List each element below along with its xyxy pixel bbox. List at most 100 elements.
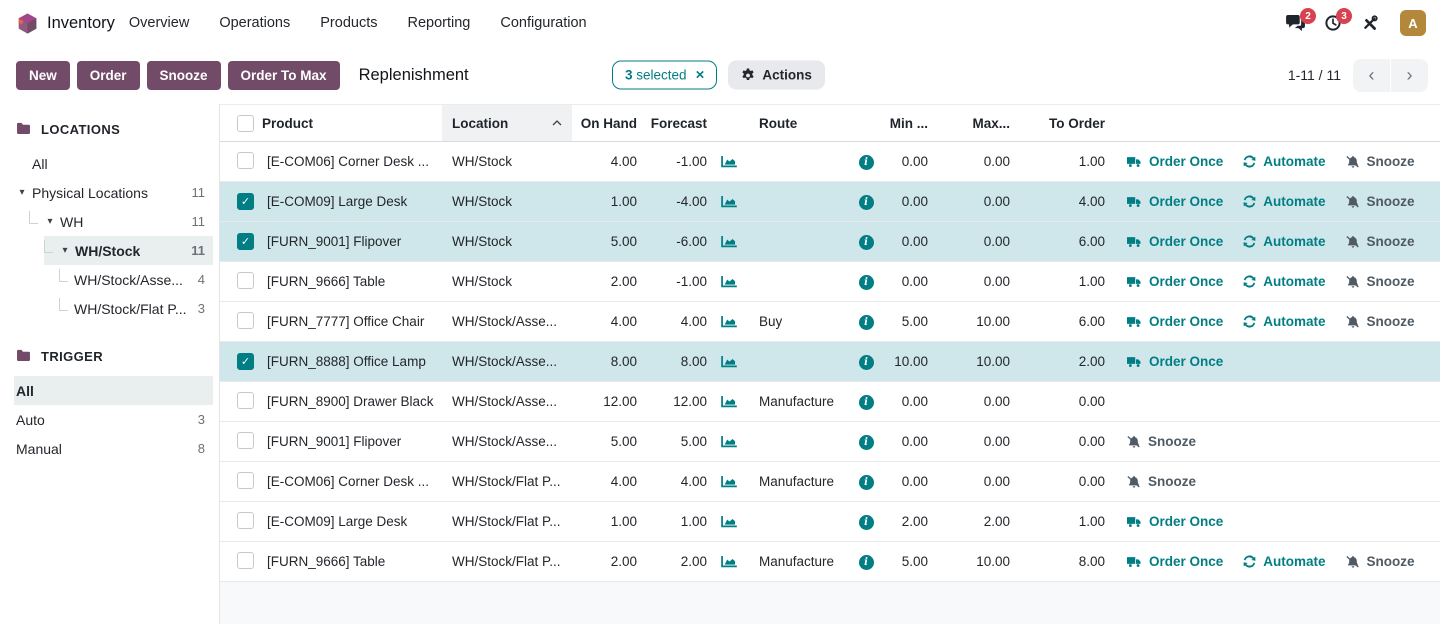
automate-button[interactable]: Automate	[1243, 234, 1325, 249]
location-cell[interactable]: WH/Stock/Flat P...	[442, 554, 572, 569]
header-route[interactable]: Route	[747, 105, 851, 141]
product-cell[interactable]: [FURN_9666] Table	[258, 554, 442, 569]
max-qty-cell[interactable]: 10.00	[932, 314, 1014, 329]
row-checkbox[interactable]	[237, 512, 254, 529]
snooze-row-button[interactable]: Snooze	[1127, 434, 1196, 449]
automate-button[interactable]: Automate	[1243, 314, 1325, 329]
info-circle-icon[interactable]: i	[859, 395, 874, 410]
product-cell[interactable]: [E-COM06] Corner Desk ...	[258, 154, 442, 169]
min-qty-cell[interactable]: 0.00	[881, 434, 932, 449]
location-cell[interactable]: WH/Stock	[442, 194, 572, 209]
menu-overview[interactable]: Overview	[129, 15, 189, 31]
app-brand[interactable]: Inventory	[16, 12, 129, 35]
select-all-checkbox[interactable]	[237, 115, 254, 132]
caret-down-icon[interactable]: ▾	[42, 216, 58, 227]
to-order-cell[interactable]: 0.00	[1014, 474, 1109, 489]
table-row[interactable]: [FURN_9666] TableWH/Stock2.00-1.00i0.000…	[220, 262, 1440, 302]
close-icon[interactable]: ×	[696, 68, 705, 83]
sidebar-item-physical-locations[interactable]: ▾Physical Locations11	[0, 178, 219, 207]
area-chart-icon[interactable]	[721, 556, 737, 569]
area-chart-icon[interactable]	[721, 276, 737, 289]
snooze-row-button[interactable]: Snooze	[1346, 154, 1415, 169]
sidebar-item-auto[interactable]: Auto3	[0, 405, 219, 434]
sidebar-item-wh-stock[interactable]: ▾WH/Stock11	[0, 236, 219, 265]
location-cell[interactable]: WH/Stock	[442, 274, 572, 289]
product-cell[interactable]: [FURN_9001] Flipover	[258, 434, 442, 449]
row-checkbox[interactable]: ✓	[237, 193, 254, 210]
info-circle-icon[interactable]: i	[859, 555, 874, 570]
location-cell[interactable]: WH/Stock/Flat P...	[442, 474, 572, 489]
min-qty-cell[interactable]: 0.00	[881, 154, 932, 169]
sidebar-item-manual[interactable]: Manual8	[0, 434, 219, 463]
area-chart-icon[interactable]	[721, 396, 737, 409]
info-circle-icon[interactable]: i	[859, 195, 874, 210]
order-once-button[interactable]: Order Once	[1127, 234, 1223, 249]
automate-button[interactable]: Automate	[1243, 154, 1325, 169]
max-qty-cell[interactable]: 0.00	[932, 474, 1014, 489]
max-qty-cell[interactable]: 0.00	[932, 154, 1014, 169]
min-qty-cell[interactable]: 0.00	[881, 474, 932, 489]
sidebar-item-wh-stock-asse[interactable]: WH/Stock/Asse...4	[0, 265, 219, 294]
sidebar-item-all[interactable]: All	[0, 149, 219, 178]
table-row[interactable]: ✓[FURN_8888] Office LampWH/Stock/Asse...…	[220, 342, 1440, 382]
area-chart-icon[interactable]	[721, 196, 737, 209]
to-order-cell[interactable]: 1.00	[1014, 154, 1109, 169]
header-to-order[interactable]: To Order	[1014, 105, 1109, 141]
table-row[interactable]: ✓[FURN_9001] FlipoverWH/Stock5.00-6.00i0…	[220, 222, 1440, 262]
header-location[interactable]: Location	[442, 105, 572, 141]
min-qty-cell[interactable]: 0.00	[881, 394, 932, 409]
max-qty-cell[interactable]: 0.00	[932, 434, 1014, 449]
location-cell[interactable]: WH/Stock	[442, 234, 572, 249]
table-row[interactable]: [FURN_9001] FlipoverWH/Stock/Asse...5.00…	[220, 422, 1440, 462]
to-order-cell[interactable]: 1.00	[1014, 514, 1109, 529]
debug-tools-button[interactable]	[1361, 15, 1378, 32]
order-once-button[interactable]: Order Once	[1127, 354, 1223, 369]
min-qty-cell[interactable]: 0.00	[881, 194, 932, 209]
row-checkbox[interactable]	[237, 472, 254, 489]
table-row[interactable]: [E-COM09] Large DeskWH/Stock/Flat P...1.…	[220, 502, 1440, 542]
row-checkbox[interactable]	[237, 392, 254, 409]
header-forecast[interactable]: Forecast	[641, 105, 711, 141]
order-once-button[interactable]: Order Once	[1127, 514, 1223, 529]
row-checkbox[interactable]	[237, 272, 254, 289]
automate-button[interactable]: Automate	[1243, 554, 1325, 569]
info-circle-icon[interactable]: i	[859, 435, 874, 450]
to-order-cell[interactable]: 1.00	[1014, 274, 1109, 289]
area-chart-icon[interactable]	[721, 516, 737, 529]
caret-down-icon[interactable]: ▾	[14, 187, 30, 198]
max-qty-cell[interactable]: 0.00	[932, 194, 1014, 209]
product-cell[interactable]: [E-COM09] Large Desk	[258, 194, 442, 209]
to-order-cell[interactable]: 0.00	[1014, 434, 1109, 449]
header-select-all[interactable]	[220, 105, 258, 141]
area-chart-icon[interactable]	[721, 236, 737, 249]
row-checkbox[interactable]	[237, 552, 254, 569]
product-cell[interactable]: [E-COM09] Large Desk	[258, 514, 442, 529]
route-cell[interactable]: Manufacture	[747, 474, 851, 489]
automate-button[interactable]: Automate	[1243, 194, 1325, 209]
pager-previous-button[interactable]: ‹	[1353, 59, 1390, 92]
location-cell[interactable]: WH/Stock/Asse...	[442, 434, 572, 449]
min-qty-cell[interactable]: 2.00	[881, 514, 932, 529]
snooze-button[interactable]: Snooze	[147, 61, 221, 90]
info-circle-icon[interactable]: i	[859, 515, 874, 530]
max-qty-cell[interactable]: 10.00	[932, 554, 1014, 569]
user-avatar[interactable]: A	[1400, 10, 1426, 36]
area-chart-icon[interactable]	[721, 476, 737, 489]
min-qty-cell[interactable]: 5.00	[881, 314, 932, 329]
table-row[interactable]: ✓[E-COM09] Large DeskWH/Stock1.00-4.00i0…	[220, 182, 1440, 222]
product-cell[interactable]: [FURN_8888] Office Lamp	[258, 354, 442, 369]
to-order-cell[interactable]: 4.00	[1014, 194, 1109, 209]
area-chart-icon[interactable]	[721, 356, 737, 369]
messages-button[interactable]: 2	[1286, 15, 1305, 31]
route-cell[interactable]: Buy	[747, 314, 851, 329]
snooze-row-button[interactable]: Snooze	[1346, 554, 1415, 569]
to-order-cell[interactable]: 6.00	[1014, 234, 1109, 249]
table-row[interactable]: [FURN_8900] Drawer BlackWH/Stock/Asse...…	[220, 382, 1440, 422]
area-chart-icon[interactable]	[721, 156, 737, 169]
max-qty-cell[interactable]: 0.00	[932, 274, 1014, 289]
snooze-row-button[interactable]: Snooze	[1346, 274, 1415, 289]
order-button[interactable]: Order	[77, 61, 140, 90]
header-max[interactable]: Max...	[932, 105, 1014, 141]
location-cell[interactable]: WH/Stock/Asse...	[442, 394, 572, 409]
table-row[interactable]: [E-COM06] Corner Desk ...WH/Stock/Flat P…	[220, 462, 1440, 502]
